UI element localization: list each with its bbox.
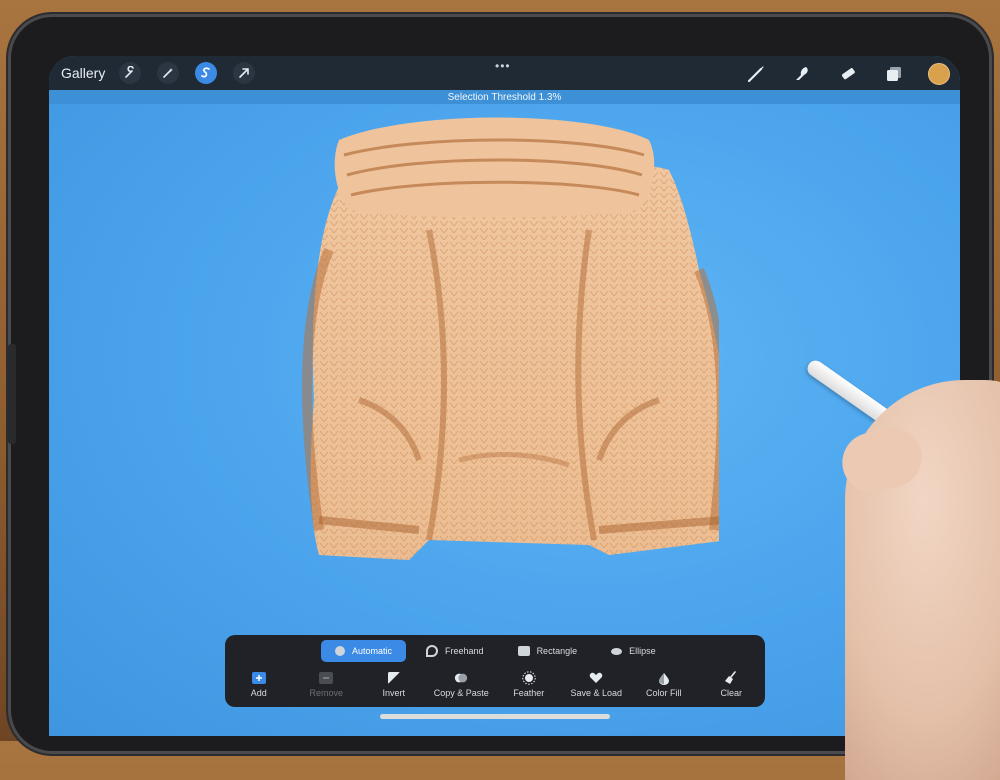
copy-paste-icon: [454, 671, 468, 685]
home-indicator: [380, 714, 610, 719]
color-swatch-button[interactable]: [928, 63, 950, 85]
mode-label: Ellipse: [629, 646, 656, 656]
feather-button[interactable]: Feather: [495, 671, 563, 705]
save-load-button[interactable]: Save & Load: [563, 671, 631, 705]
selection-icon: [201, 67, 211, 78]
wrench-icon: [125, 66, 135, 78]
color-fill-icon: [657, 671, 671, 685]
circle-icon: [335, 646, 345, 656]
mode-label: Freehand: [445, 646, 484, 656]
rectangle-icon: [517, 646, 530, 656]
invert-icon: [387, 671, 401, 685]
mode-label: Rectangle: [536, 646, 578, 656]
eraser-icon: [841, 68, 855, 80]
transform-arrow-icon: [239, 68, 250, 78]
clear-button[interactable]: Clear: [698, 671, 766, 705]
layers-button[interactable]: [882, 62, 906, 86]
action-label: Invert: [382, 688, 405, 698]
action-label: Clear: [720, 688, 742, 698]
broom-icon: [724, 671, 738, 685]
action-label: Copy & Paste: [433, 688, 489, 698]
sweater-artwork: [302, 117, 719, 560]
add-button[interactable]: Add: [225, 671, 293, 705]
brush-button[interactable]: [744, 62, 768, 86]
mode-ellipse[interactable]: Ellipse: [597, 640, 670, 662]
selection-panel: Automatic Freehand Rectangle Ellipse Add: [225, 635, 765, 707]
mode-automatic[interactable]: Automatic: [321, 640, 407, 662]
selection-actions: Add Remove Invert Copy & Paste Feather S…: [225, 671, 765, 705]
adjustments-button[interactable]: [157, 62, 180, 84]
ellipse-icon: [611, 647, 623, 655]
smudge-icon: [796, 67, 808, 80]
plus-icon: [251, 671, 266, 685]
gallery-button[interactable]: Gallery: [61, 65, 105, 81]
layers-icon: [887, 67, 901, 81]
action-label: Feather: [513, 688, 545, 698]
color-fill-button[interactable]: Color Fill: [630, 671, 698, 705]
freehand-icon: [426, 645, 439, 657]
top-toolbar: Gallery •••: [49, 56, 960, 90]
mode-freehand[interactable]: Freehand: [412, 640, 498, 662]
right-toolset: [722, 62, 950, 86]
brush-icon: [747, 66, 764, 83]
invert-button[interactable]: Invert: [360, 671, 428, 705]
copy-paste-button[interactable]: Copy & Paste: [428, 671, 496, 705]
heart-icon: [589, 671, 603, 685]
transform-button[interactable]: [233, 62, 256, 84]
selection-button[interactable]: [195, 62, 218, 84]
more-options-dots[interactable]: •••: [495, 59, 511, 73]
smudge-button[interactable]: [790, 62, 814, 86]
action-label: Add: [250, 688, 267, 698]
minus-icon: [319, 671, 334, 685]
feather-icon: [522, 671, 536, 685]
app-screen: Gallery ••• Selection Threshold 1.3%: [49, 56, 960, 736]
selection-mode-tabs: Automatic Freehand Rectangle Ellipse: [321, 640, 676, 662]
side-button: [8, 344, 16, 444]
eraser-button[interactable]: [836, 62, 860, 86]
action-label: Remove: [309, 688, 343, 698]
action-label: Save & Load: [570, 688, 623, 698]
magic-wand-icon: [163, 68, 174, 78]
action-label: Color Fill: [645, 688, 682, 698]
actions-button[interactable]: [119, 62, 142, 84]
remove-button[interactable]: Remove: [293, 671, 361, 705]
mode-label: Automatic: [352, 646, 393, 656]
mode-rectangle[interactable]: Rectangle: [504, 640, 592, 662]
